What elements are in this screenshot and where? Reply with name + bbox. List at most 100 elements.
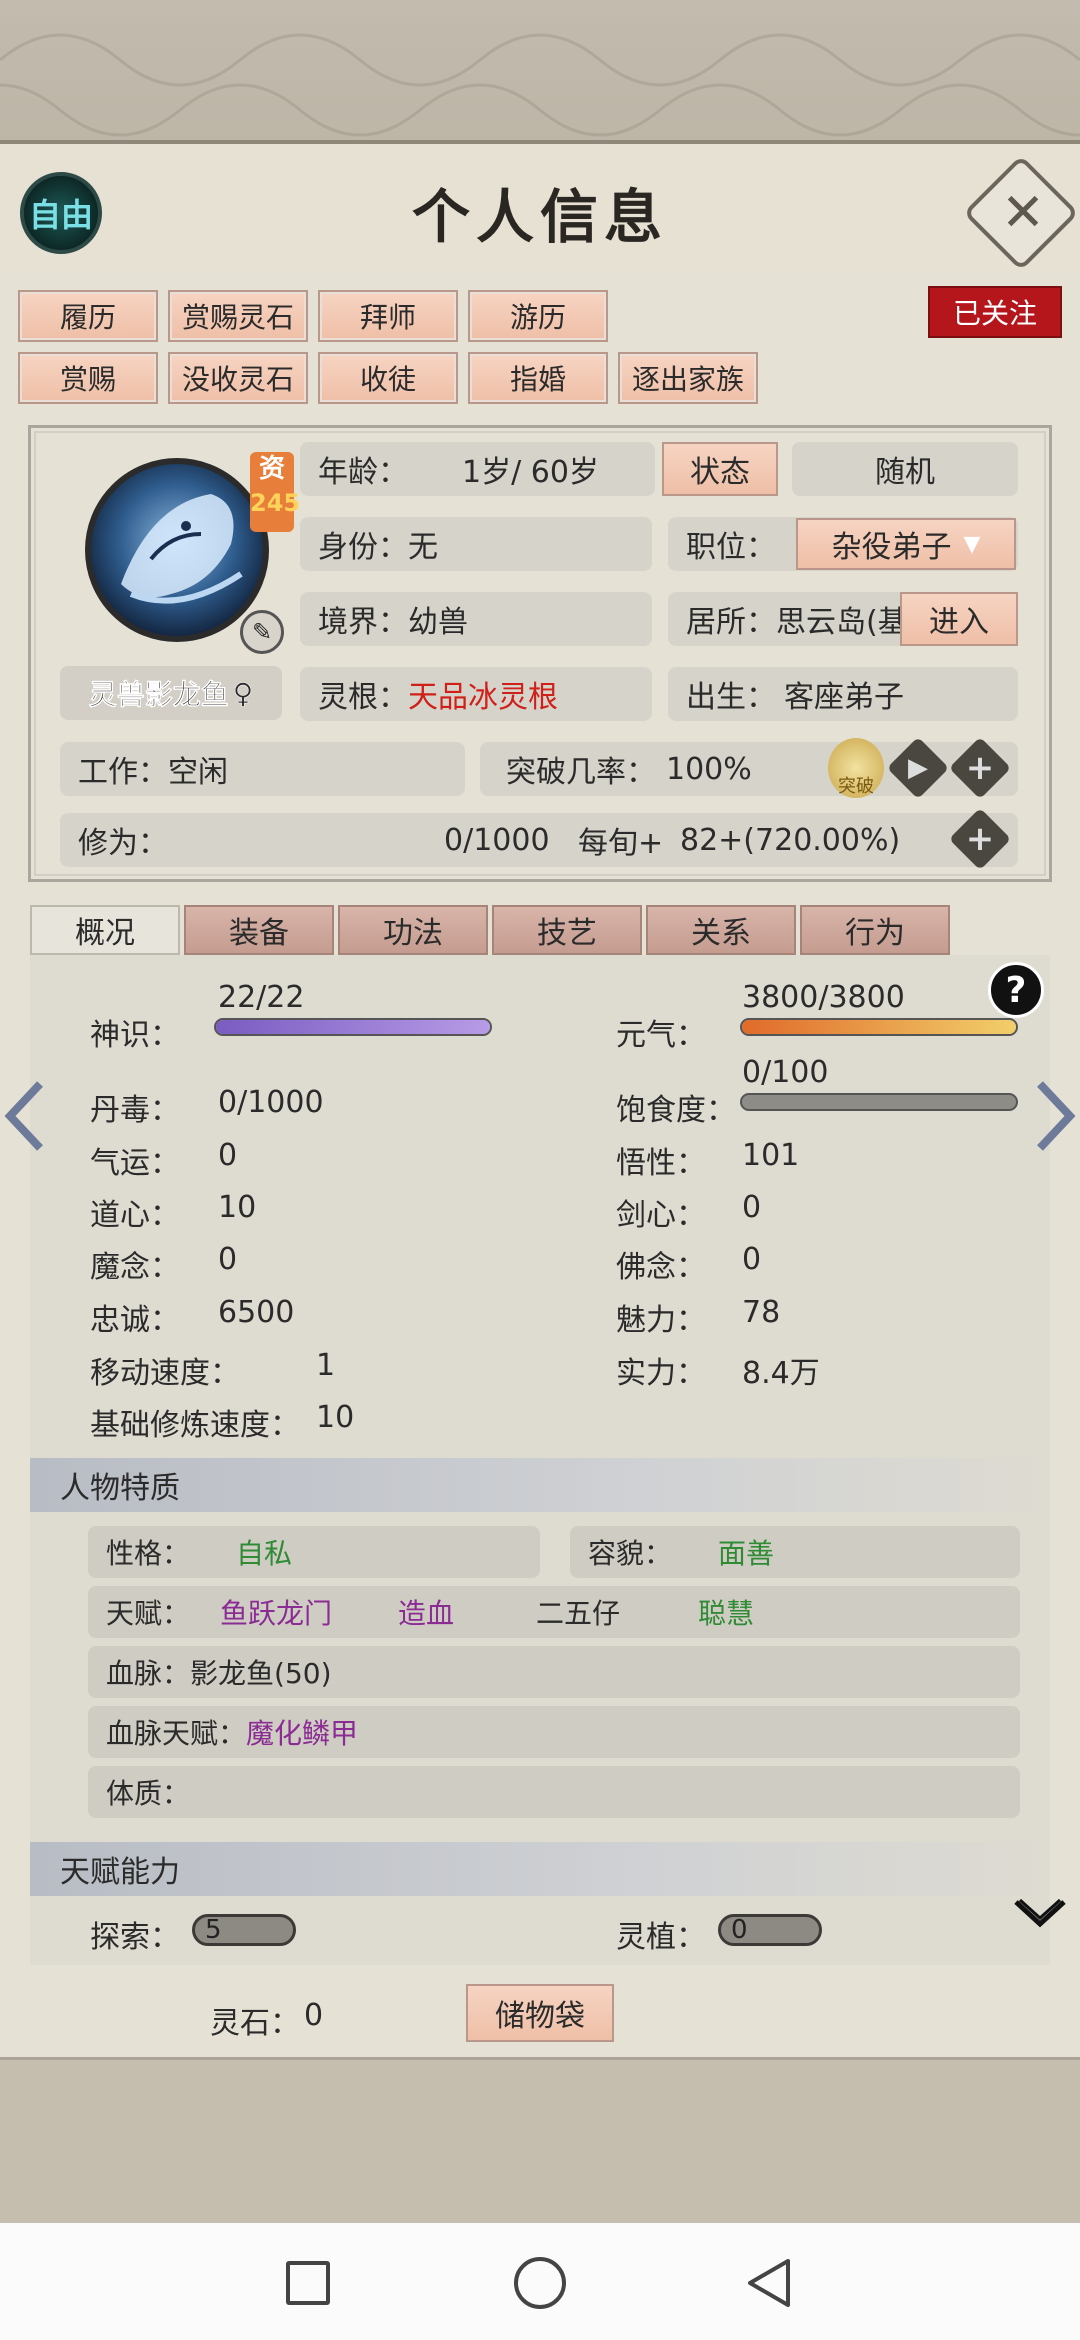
comprehension-label: 悟性： bbox=[616, 1146, 706, 1181]
spirit-stone-label: 灵石： bbox=[210, 2006, 300, 2041]
bloodline-talent-row: 血脉天赋： 魔化鳞甲 bbox=[88, 1706, 1020, 1758]
divine-sense-label: 神识： bbox=[90, 1018, 180, 1053]
planting-label: 灵植： bbox=[616, 1920, 706, 1955]
back-icon[interactable] bbox=[744, 2257, 796, 2309]
satiety-label: 饱食度： bbox=[616, 1093, 736, 1128]
tab-overview[interactable]: 概况 bbox=[30, 905, 180, 955]
comprehension-value: 101 bbox=[742, 1138, 800, 1173]
tab-equipment[interactable]: 装备 bbox=[184, 905, 334, 955]
spirit-root-field: 灵根： 天品冰灵根 bbox=[300, 667, 652, 721]
vitality-value: 3800/3800 bbox=[742, 980, 905, 1015]
pill-toxin-value: 0/1000 bbox=[218, 1085, 324, 1120]
luck-value: 0 bbox=[218, 1138, 238, 1173]
play-button[interactable]: ▶ bbox=[886, 736, 950, 800]
realm-field: 境界： 幼兽 bbox=[300, 592, 652, 646]
tab-techniques[interactable]: 功法 bbox=[338, 905, 488, 955]
plus-icon: + bbox=[965, 819, 995, 859]
dragon-portrait-icon bbox=[121, 494, 243, 604]
add-button[interactable]: + bbox=[948, 736, 1012, 800]
talent-item[interactable]: 造血 bbox=[398, 1592, 454, 1632]
traits-heading: 人物特质 bbox=[30, 1458, 1050, 1512]
name-plate: 灵兽影龙鱼 ♀ bbox=[60, 666, 282, 720]
breakthrough-icon[interactable]: 突破 bbox=[828, 738, 884, 798]
chevron-down-icon: ▼ bbox=[963, 531, 981, 557]
cultivation-field: 修为： 0/1000 每旬+ 82+(720.00%) bbox=[60, 813, 1018, 867]
top-decor-band bbox=[0, 0, 1080, 145]
demon-thought-label: 魔念： bbox=[90, 1250, 180, 1285]
vitality-label: 元气： bbox=[616, 1018, 706, 1053]
expel-button[interactable]: 逐出家族 bbox=[618, 352, 758, 404]
vitality-bar bbox=[740, 1018, 1018, 1036]
divine-sense-value: 22/22 bbox=[218, 980, 305, 1015]
birth-field: 出生： 客座弟子 bbox=[668, 667, 1018, 721]
position-select[interactable]: 杂役弟子 ▼ bbox=[796, 518, 1016, 570]
confiscate-stones-button[interactable]: 没收灵石 bbox=[168, 352, 308, 404]
random-button[interactable]: 随机 bbox=[792, 442, 1018, 496]
tab-relations[interactable]: 关系 bbox=[646, 905, 796, 955]
loyalty-label: 忠诚： bbox=[90, 1303, 180, 1338]
close-icon[interactable]: ✕ bbox=[994, 183, 1052, 243]
travel-button[interactable]: 游历 bbox=[468, 290, 608, 342]
explore-label: 探索： bbox=[90, 1920, 180, 1955]
spirit-stone-value: 0 bbox=[304, 1998, 324, 2033]
planting-value: 0 bbox=[718, 1914, 822, 1946]
lower-decor-band bbox=[0, 2057, 1080, 2223]
satiety-value: 0/100 bbox=[742, 1055, 829, 1090]
brush-icon[interactable]: ✎ bbox=[240, 610, 284, 654]
storage-bag-button[interactable]: 储物袋 bbox=[466, 1984, 614, 2042]
buddha-thought-value: 0 bbox=[742, 1242, 762, 1277]
talent-item[interactable]: 二五仔 bbox=[536, 1592, 620, 1632]
physique-row: 体质： bbox=[88, 1766, 1020, 1818]
talent-item[interactable]: 聪慧 bbox=[698, 1592, 754, 1632]
sword-heart-value: 0 bbox=[742, 1190, 762, 1225]
avatar[interactable] bbox=[85, 458, 269, 642]
history-button[interactable]: 履历 bbox=[18, 290, 158, 342]
bloodline-row: 血脉： 影龙鱼(50) bbox=[88, 1646, 1020, 1698]
base-cultivation-speed-value: 10 bbox=[316, 1400, 355, 1435]
identity-field: 身份：无 bbox=[300, 517, 652, 571]
followed-badge[interactable]: 已关注 bbox=[928, 286, 1062, 338]
sword-heart-label: 剑心： bbox=[616, 1198, 706, 1233]
dao-heart-value: 10 bbox=[218, 1190, 257, 1225]
reward-button[interactable]: 赏赐 bbox=[18, 352, 158, 404]
pill-toxin-label: 丹毒： bbox=[90, 1093, 180, 1128]
work-field: 工作： 空闲 bbox=[60, 742, 465, 796]
satiety-bar bbox=[740, 1093, 1018, 1111]
recent-apps-icon[interactable] bbox=[286, 2261, 330, 2305]
charm-label: 魅力： bbox=[616, 1303, 706, 1338]
abilities-heading: 天赋能力 bbox=[30, 1842, 1050, 1896]
charm-value: 78 bbox=[742, 1295, 781, 1330]
move-speed-value: 1 bbox=[316, 1348, 336, 1383]
talent-item[interactable]: 鱼跃龙门 bbox=[220, 1592, 332, 1632]
tab-behavior[interactable]: 行为 bbox=[800, 905, 950, 955]
divine-sense-bar bbox=[214, 1018, 492, 1036]
strength-value: 8.4万 bbox=[742, 1356, 820, 1391]
apprentice-button[interactable]: 拜师 bbox=[318, 290, 458, 342]
plus-icon: + bbox=[965, 748, 995, 788]
talent-row: 天赋： 鱼跃龙门 造血 二五仔 聪慧 bbox=[88, 1586, 1020, 1638]
take-disciple-button[interactable]: 收徒 bbox=[318, 352, 458, 404]
page-title: 个人信息 bbox=[411, 183, 668, 251]
appearance-row: 容貌： 面善 bbox=[570, 1526, 1020, 1578]
enter-button[interactable]: 进入 bbox=[900, 592, 1018, 646]
free-button[interactable]: 自由 bbox=[20, 172, 102, 254]
strength-label: 实力： bbox=[616, 1356, 706, 1391]
cultivation-add-button[interactable]: + bbox=[948, 807, 1012, 871]
reward-stones-button[interactable]: 赏赐灵石 bbox=[168, 290, 308, 342]
help-icon[interactable]: ? bbox=[988, 962, 1044, 1018]
dao-heart-label: 道心： bbox=[90, 1198, 180, 1233]
luck-label: 气运： bbox=[90, 1146, 180, 1181]
home-icon[interactable] bbox=[514, 2257, 566, 2309]
arrange-marriage-button[interactable]: 指婚 bbox=[468, 352, 608, 404]
base-cultivation-speed-label: 基础修炼速度： bbox=[90, 1408, 300, 1443]
age-field: 年龄： 1岁/ 60岁 bbox=[300, 442, 655, 496]
personality-row: 性格： 自私 bbox=[88, 1526, 540, 1578]
state-button[interactable]: 状态 bbox=[662, 442, 778, 496]
system-nav-bar bbox=[0, 2223, 1080, 2340]
tab-skills[interactable]: 技艺 bbox=[492, 905, 642, 955]
scroll-down-icon[interactable] bbox=[1012, 1896, 1068, 1932]
demon-thought-value: 0 bbox=[218, 1242, 238, 1277]
prev-arrow-icon[interactable] bbox=[0, 1076, 50, 1156]
buddha-thought-label: 佛念： bbox=[616, 1250, 706, 1285]
next-arrow-icon[interactable] bbox=[1030, 1076, 1080, 1156]
